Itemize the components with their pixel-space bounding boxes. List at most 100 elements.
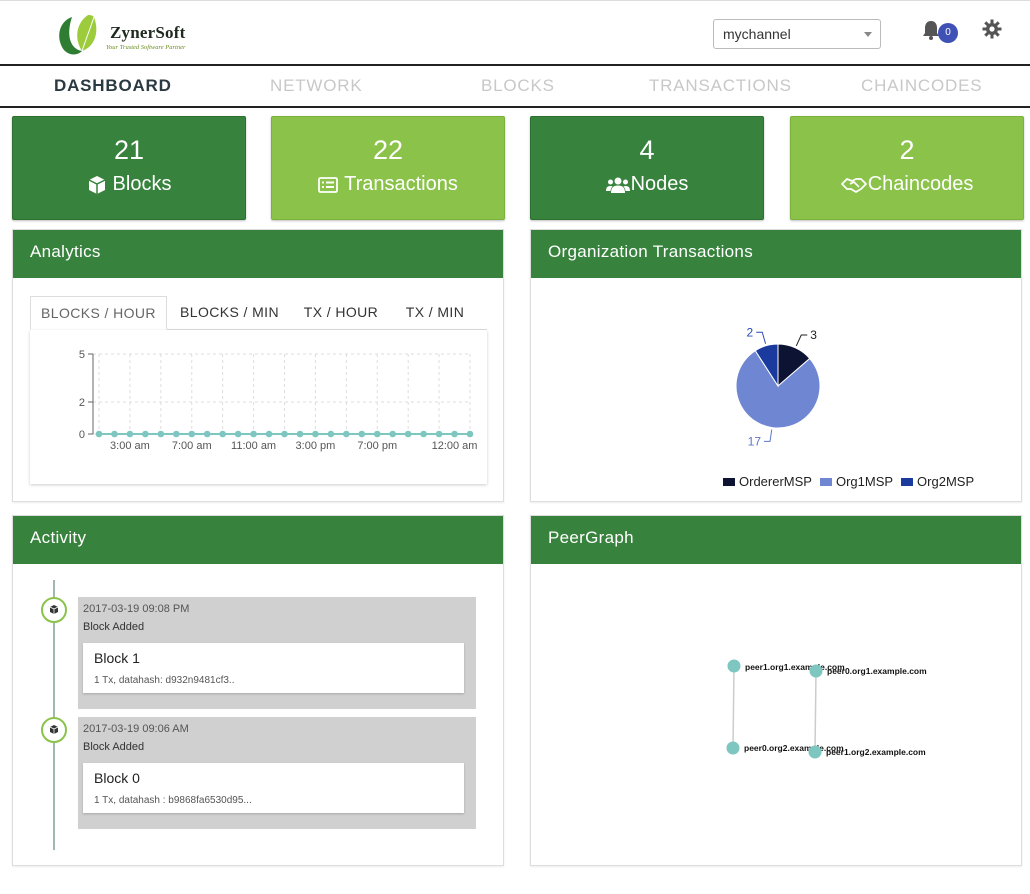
- peer-link: [814, 670, 817, 753]
- activity-block-desc: 1 Tx, datahash: d932n9481cf3..: [94, 675, 235, 686]
- logo-tagline: Your Trusted Software Partner: [106, 44, 186, 51]
- data-point: [126, 430, 134, 438]
- notification-badge: 0: [938, 23, 958, 43]
- peer-node-peer1-org2[interactable]: peer1.org2.example.com: [808, 745, 927, 759]
- activity-type: Block Added: [83, 741, 145, 753]
- data-point: [172, 430, 180, 438]
- org-transactions-title: Organization Transactions: [531, 230, 1021, 278]
- stat-value-chaincodes: 2: [899, 135, 915, 165]
- cube-icon: [49, 605, 59, 614]
- legend-item-org1[interactable]: Org1MSP: [819, 474, 894, 489]
- stat-card-chaincodes[interactable]: 2 Chaincodes: [790, 116, 1024, 220]
- data-point: [343, 430, 350, 438]
- tab-blocks-hour[interactable]: BLOCKS / HOUR: [30, 296, 167, 330]
- stat-card-nodes[interactable]: 4 Nodes: [530, 116, 764, 220]
- peer-label: peer1.org2.example.com: [826, 747, 926, 757]
- x-tick-label: 7:00 am: [172, 440, 212, 452]
- main-nav: DASHBOARD NETWORK BLOCKS TRANSACTIONS CH…: [0, 66, 1030, 108]
- data-point: [312, 430, 319, 438]
- pie-value-label: 17: [748, 434, 762, 448]
- stat-value-transactions: 22: [372, 135, 404, 165]
- peer-graph: peer1.org1.example.com peer0.org1.exampl…: [726, 659, 928, 759]
- leaf-logo-icon: [59, 15, 97, 55]
- pie-label-line: [756, 331, 767, 344]
- blocks-hour-chart-box: 0 2 5 3:00 am 7:00 am 11:00 am 3:00 pm 7:00 pm 1…: [30, 330, 487, 484]
- x-tick-label: 7:00 pm: [357, 440, 397, 452]
- activity-time: 2017-03-19 09:08 PM: [83, 603, 190, 615]
- legend-label-org1: Org1MSP: [835, 474, 894, 489]
- gear-icon[interactable]: [982, 19, 1002, 39]
- tab-blocks-min[interactable]: BLOCKS / MIN: [173, 296, 286, 330]
- y-tick-label: 0: [79, 429, 85, 441]
- data-point: [373, 430, 381, 438]
- data-point: [265, 430, 273, 438]
- org-transactions-panel: Organization Transactions 3 17 2 OrdererMS…: [530, 229, 1022, 502]
- peergraph-panel: PeerGraph peer1.org1.example.com peer0.o…: [530, 515, 1022, 866]
- activity-item[interactable]: 2017-03-19 09:08 PM Block Added Block 1 …: [78, 597, 476, 709]
- x-tick-label: 12:00 am: [432, 440, 478, 452]
- app-header: ZynerSoft Your Trusted Software Partner …: [0, 0, 1030, 66]
- peergraph-title: PeerGraph: [531, 516, 1021, 564]
- data-point: [188, 430, 196, 438]
- data-point: [157, 430, 165, 438]
- activity-item[interactable]: 2017-03-19 09:06 AM Block Added Block 0 …: [78, 717, 476, 829]
- activity-block-title: Block 0: [94, 770, 140, 786]
- data-point: [358, 430, 366, 438]
- stat-label-blocks: Blocks: [112, 173, 172, 195]
- data-point: [203, 430, 211, 438]
- peer-node-peer0-org1[interactable]: peer0.org1.example.com: [809, 664, 928, 678]
- zynersoft-logo[interactable]: ZynerSoft Your Trusted Software Partner: [54, 13, 214, 59]
- stat-card-transactions[interactable]: 22 Transactions: [271, 116, 505, 220]
- logo-name: ZynerSoft: [110, 23, 186, 42]
- pie-label-line: [795, 334, 808, 347]
- activity-title: Activity: [13, 516, 503, 564]
- tab-tx-min[interactable]: TX / MIN: [395, 296, 475, 330]
- data-point: [234, 430, 242, 438]
- data-point: [435, 430, 443, 438]
- data-point: [327, 430, 335, 438]
- activity-block-title: Block 1: [94, 650, 140, 666]
- stat-value-nodes: 4: [639, 135, 655, 165]
- data-point: [281, 430, 288, 438]
- chevron-down-icon: [864, 32, 872, 37]
- data-point: [219, 430, 226, 438]
- activity-block-card[interactable]: Block 0 1 Tx, datahash : b9868fa6530d95.…: [83, 763, 464, 813]
- data-point: [466, 430, 474, 438]
- data-point: [451, 430, 458, 438]
- tab-chaincodes[interactable]: CHAINCODES: [861, 76, 982, 96]
- legend-swatch-org2: [901, 477, 914, 486]
- legend-label-org2: Org2MSP: [917, 474, 975, 489]
- activity-block-desc: 1 Tx, datahash : b9868fa6530d95...: [94, 795, 252, 806]
- tab-network[interactable]: NETWORK: [270, 76, 362, 96]
- data-point: [389, 430, 397, 438]
- pie-value-label: 3: [810, 328, 817, 342]
- tab-transactions[interactable]: TRANSACTIONS: [649, 76, 792, 96]
- stat-label-nodes: Nodes: [630, 173, 689, 195]
- stat-label-chaincodes: Chaincodes: [867, 173, 974, 195]
- data-point: [420, 430, 427, 438]
- legend-item-org2[interactable]: Org2MSP: [901, 474, 974, 489]
- x-tick-label: 3:00 pm: [296, 440, 336, 452]
- timeline-marker: [41, 717, 67, 743]
- data-point: [142, 430, 149, 438]
- stat-value-blocks: 21: [113, 135, 145, 165]
- cube-icon: [88, 175, 105, 194]
- pie-label-line: [764, 429, 773, 442]
- activity-block-card[interactable]: Block 1 1 Tx, datahash: d932n9481cf3..: [83, 643, 464, 693]
- x-tick-label: 11:00 am: [231, 440, 276, 452]
- data-point: [250, 430, 257, 438]
- data-point: [404, 430, 412, 438]
- data-point: [296, 430, 304, 438]
- legend-swatch-org1: [819, 477, 832, 486]
- y-tick-label: 2: [79, 397, 85, 409]
- users-icon: [605, 177, 630, 193]
- tab-blocks[interactable]: BLOCKS: [481, 76, 555, 96]
- channel-select[interactable]: mychannel: [713, 19, 881, 49]
- peer-link: [732, 665, 735, 749]
- tab-tx-hour[interactable]: TX / HOUR: [295, 296, 387, 330]
- stat-card-blocks[interactable]: 21 Blocks: [12, 116, 246, 220]
- timeline-marker: [41, 597, 67, 623]
- tab-dashboard[interactable]: DASHBOARD: [54, 76, 172, 96]
- blocks-hour-line-chart: 0 2 5 3:00 am 7:00 am 11:00 am 3:00 pm 7:00 pm 1…: [79, 349, 478, 452]
- legend-item-orderer[interactable]: OrdererMSP: [723, 474, 812, 489]
